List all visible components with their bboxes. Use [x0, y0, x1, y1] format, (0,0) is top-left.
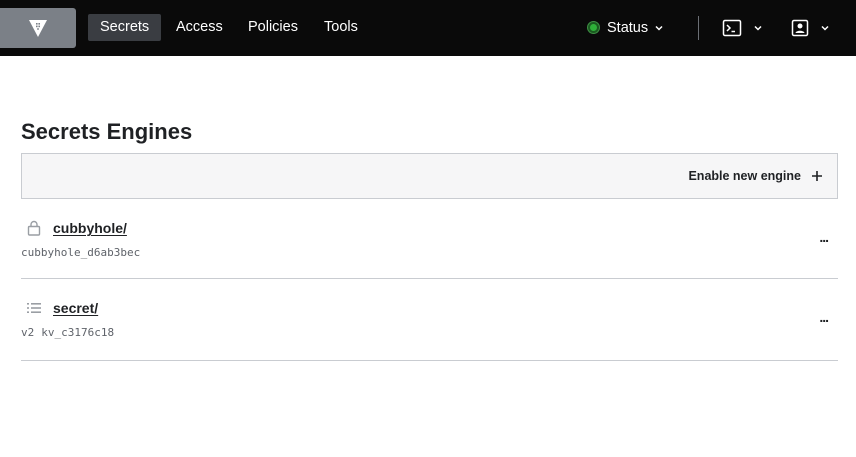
plus-icon	[812, 171, 822, 181]
terminal-icon	[722, 19, 742, 37]
vault-logo-icon	[29, 20, 47, 37]
engine-row-header: secret/	[26, 300, 98, 316]
lock-icon	[26, 220, 42, 236]
user-menu-button[interactable]	[791, 16, 830, 40]
engine-accessor: v2 kv_c3176c18	[21, 326, 114, 339]
enable-new-engine-label: Enable new engine	[688, 169, 801, 183]
list-icon	[26, 300, 42, 316]
engine-accessor-text: cubbyhole_d6ab3bec	[21, 246, 141, 259]
nav-divider	[698, 16, 699, 40]
nav-secrets[interactable]: Secrets	[88, 14, 162, 41]
top-navigation: Secrets Access Policies Tools Status	[0, 0, 856, 56]
engine-path-link[interactable]: cubbyhole/	[53, 220, 127, 236]
user-icon	[791, 19, 809, 37]
status-label: Status	[607, 19, 649, 36]
page-title: Secrets Engines	[21, 119, 193, 144]
engine-version: v2	[21, 326, 35, 339]
engine-row[interactable]: secret/ v2 kv_c3176c18 ...	[21, 279, 838, 361]
chevron-down-icon	[655, 25, 663, 31]
status-menu[interactable]: Status	[588, 14, 664, 41]
home-logo-link[interactable]	[0, 8, 76, 48]
engines-toolbar: Enable new engine	[21, 153, 838, 199]
engine-row[interactable]: cubbyhole/ cubbyhole_d6ab3bec ...	[21, 199, 838, 279]
engine-accessor: cubbyhole_d6ab3bec	[21, 246, 140, 259]
enable-new-engine-button[interactable]: Enable new engine	[688, 169, 823, 183]
more-options-icon[interactable]: ...	[819, 310, 829, 324]
engine-row-header: cubbyhole/	[26, 220, 127, 236]
engine-path-link[interactable]: secret/	[53, 300, 98, 316]
chevron-down-icon	[754, 25, 762, 31]
nav-tools[interactable]: Tools	[312, 14, 370, 41]
nav-policies[interactable]: Policies	[236, 14, 310, 41]
engine-accessor-text: kv_c3176c18	[41, 326, 115, 339]
console-toggle-button[interactable]	[722, 16, 763, 40]
chevron-down-icon	[821, 25, 829, 31]
more-options-icon[interactable]: ...	[819, 230, 829, 244]
nav-access[interactable]: Access	[164, 14, 235, 41]
status-indicator-icon	[588, 22, 599, 33]
